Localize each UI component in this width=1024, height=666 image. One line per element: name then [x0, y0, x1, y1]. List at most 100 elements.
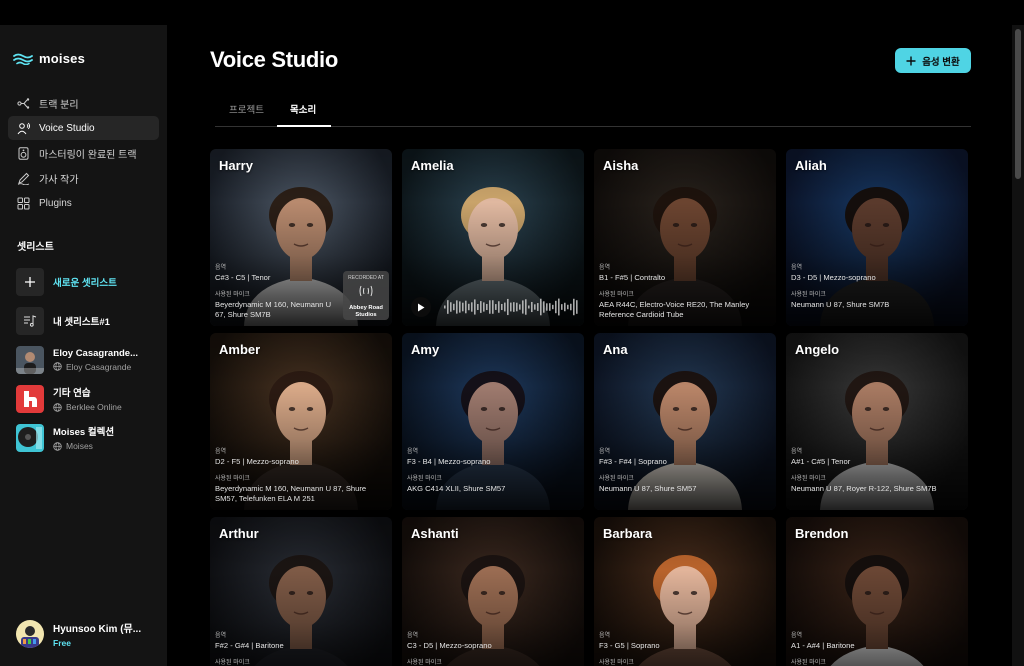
voice-card-angelo[interactable]: Angelo 음역 A#1 - C#5 | Tenor 사용된 마이크 Neumann … [786, 333, 968, 510]
voice-card-barbara[interactable]: Barbara 음역 F3 - G5 | Soprano 사용된 마이크 [594, 517, 776, 666]
badge-caption: RECORDED AT [348, 275, 384, 281]
voice-meta: 음역 A#1 - C#5 | Tenor 사용된 마이크 Neumann U 87, … [791, 446, 960, 494]
mic-label: 사용된 마이크 [599, 475, 634, 482]
mic-label: 사용된 마이크 [599, 659, 634, 666]
setlist-item-eloy[interactable]: Eloy Casagrande... Eloy Casagrande [16, 340, 161, 379]
setlist-item-guitar-practice[interactable]: 기타 연습 Berklee Online [16, 379, 161, 418]
setlist-title: Eloy Casagrande... [53, 347, 139, 359]
user-name: Hyunsoo Kim (뮤... [53, 624, 142, 635]
range-label: 음역 [599, 633, 611, 639]
nav-item-voice-studio[interactable]: Voice Studio [8, 116, 159, 140]
voice-meta: 음역 D2 - F5 | Mezzo-soprano 사용된 마이크 Beyerdyn… [215, 446, 384, 504]
mic-label: 사용된 마이크 [791, 659, 826, 666]
voice-convert-button[interactable]: 음성 변환 [895, 48, 971, 73]
voice-card-ashanti[interactable]: Ashanti 음역 C3 - D5 | Mezzo-soprano 사용된 마이크 [402, 517, 584, 666]
mic-label: 사용된 마이크 [791, 475, 826, 482]
voice-card-brendon[interactable]: Brendon 음역 A1 - A#4 | Baritone 사용된 마이크 [786, 517, 968, 666]
speaker-icon [17, 146, 30, 160]
voice-range: F3 - B4 | Mezzo-soprano [407, 457, 491, 466]
voice-card-harry[interactable]: Harry 음역 C#3 - C5 | Tenor 사용된 마이크 Beyerdynam… [210, 149, 392, 326]
mic-label: 사용된 마이크 [215, 475, 250, 482]
split-tracks-icon [17, 97, 30, 110]
setlist-owner-name: Berklee Online [66, 402, 122, 412]
music-list-icon [16, 306, 44, 335]
voice-card-aliah[interactable]: Aliah 음역 D3 - D5 | Mezzo-soprano 사용된 마이크 Neu… [786, 149, 968, 326]
new-setlist-button[interactable]: 새로운 셋리스트 [16, 262, 161, 301]
range-label: 음역 [791, 265, 803, 271]
setlists-heading: 셋리스트 [17, 242, 54, 253]
voice-meta: 음역 C3 - D5 | Mezzo-soprano 사용된 마이크 [407, 630, 576, 666]
voice-mics: AEA R44C, Electro-Voice RE20, The Manley… [599, 299, 750, 319]
setlist-owner-name: Moises [66, 441, 93, 451]
nav-label: 마스터링이 완료된 트랙 [39, 149, 137, 161]
voice-card-amber[interactable]: Amber 음역 D2 - F5 | Mezzo-soprano 사용된 마이크 Bey… [210, 333, 392, 510]
voice-mics: Beyerdynamic M 160, Neumann U 87, Shure … [215, 483, 367, 503]
user-profile[interactable]: Hyunsoo Kim (뮤... Free [16, 620, 141, 648]
voice-card-amelia[interactable]: Amelia [402, 149, 584, 326]
berklee-logo [16, 384, 44, 413]
voice-meta: 음역 F#3 - F#4 | Soprano 사용된 마이크 Neumann U 87… [599, 446, 768, 494]
voice-mics: Neumann U 87, Shure SM7B [791, 299, 890, 309]
setlist-title: 새로운 셋리스트 [53, 277, 117, 289]
voice-convert-label: 음성 변환 [922, 56, 960, 68]
mic-label: 사용된 마이크 [407, 659, 442, 666]
setlist-list: 새로운 셋리스트 내 셋리스트#1 Eloy Casagrande... Elo… [16, 262, 161, 457]
plus-icon [906, 56, 916, 65]
voice-meta: 음역 F#2 - G#4 | Baritone 사용된 마이크 [215, 630, 384, 666]
voice-studio-icon [17, 122, 30, 135]
recorded-at-badge: RECORDED AT Abbey Road Studios [343, 271, 389, 320]
play-icon [418, 303, 425, 311]
setlist-item-my-setlist[interactable]: 내 셋리스트#1 [16, 301, 161, 340]
voice-mics: AKG C414 XLII, Shure SM57 [407, 483, 506, 493]
nav-label: Plugins [39, 197, 72, 209]
range-label: 음역 [599, 449, 611, 455]
nav-item-mastered-tracks[interactable]: 마스터링이 완료된 트랙 [8, 141, 159, 165]
nav-item-plugins[interactable]: Plugins [8, 191, 159, 215]
nav-item-lyrics-writer[interactable]: 가사 작가 [8, 166, 159, 190]
nav-label: 트랙 분리 [39, 99, 79, 111]
voice-card-arthur[interactable]: Arthur 음역 F#2 - G#4 | Baritone 사용된 마이크 [210, 517, 392, 666]
voice-name: Ashanti [411, 526, 459, 541]
setlist-owner-name: Eloy Casagrande [66, 361, 132, 372]
voice-mics: Beyerdynamic M 160, Neumann U 67, Shure … [215, 299, 332, 319]
voice-card-ana[interactable]: Ana 음역 F#3 - F#4 | Soprano 사용된 마이크 Neumann U… [594, 333, 776, 510]
setlist-thumbnail [16, 345, 44, 374]
tab-projects[interactable]: 프로젝트 [229, 102, 264, 128]
voice-name: Amelia [411, 158, 454, 173]
voice-mics: Neumann U 87, Royer R-122, Shure SM7B [791, 483, 937, 493]
moises-logo[interactable]: moises [13, 51, 85, 66]
window-top-bar [0, 0, 1024, 25]
nav-label: 가사 작가 [39, 174, 79, 186]
globe-icon [53, 362, 62, 371]
waveform[interactable] [444, 295, 578, 319]
sidebar-nav: 트랙 분리 Voice Studio 마스터링이 완료된 트랙 가사 작가 Pl… [8, 91, 159, 216]
sidebar: moises 트랙 분리 Voice Studio 마스터링이 완료된 트랙 가… [0, 25, 167, 666]
range-label: 음역 [215, 265, 227, 271]
globe-icon [53, 441, 62, 451]
voice-name: Brendon [795, 526, 849, 541]
voice-range: A#1 - C#5 | Tenor [791, 457, 851, 466]
voice-meta: 음역 F3 - B4 | Mezzo-soprano 사용된 마이크 AKG C414… [407, 446, 576, 494]
setlist-item-moises-collection[interactable]: Moises 컬렉션 Moises [16, 418, 161, 457]
voice-range: A1 - A#4 | Baritone [791, 641, 855, 650]
voice-card-aisha[interactable]: Aisha 음역 B1 - F#5 | Contralto 사용된 마이크 AEA R4… [594, 149, 776, 326]
mic-label: 사용된 마이크 [791, 291, 826, 298]
logo-text: moises [39, 51, 86, 66]
voice-name: Aliah [795, 158, 827, 173]
setlist-owner: Eloy Casagrande [53, 362, 138, 372]
setlist-owner: Berklee Online [53, 402, 122, 412]
scrollbar-thumb[interactable] [1015, 29, 1021, 179]
nav-label: Voice Studio [39, 122, 95, 134]
nav-item-track-split[interactable]: 트랙 분리 [8, 91, 159, 115]
voice-card-amy[interactable]: Amy 음역 F3 - B4 | Mezzo-soprano 사용된 마이크 AKG C… [402, 333, 584, 510]
voice-meta: 음역 A1 - A#4 | Baritone 사용된 마이크 [791, 630, 960, 666]
play-button[interactable] [411, 297, 431, 317]
mic-label: 사용된 마이크 [599, 291, 634, 298]
active-tab-indicator [277, 125, 331, 127]
setlist-owner: Moises [53, 441, 114, 451]
avatar [16, 620, 44, 648]
grid-icon [17, 197, 30, 210]
voice-name: Angelo [795, 342, 840, 357]
scrollbar[interactable] [1012, 25, 1024, 666]
voice-range: C3 - D5 | Mezzo-soprano [407, 641, 492, 650]
